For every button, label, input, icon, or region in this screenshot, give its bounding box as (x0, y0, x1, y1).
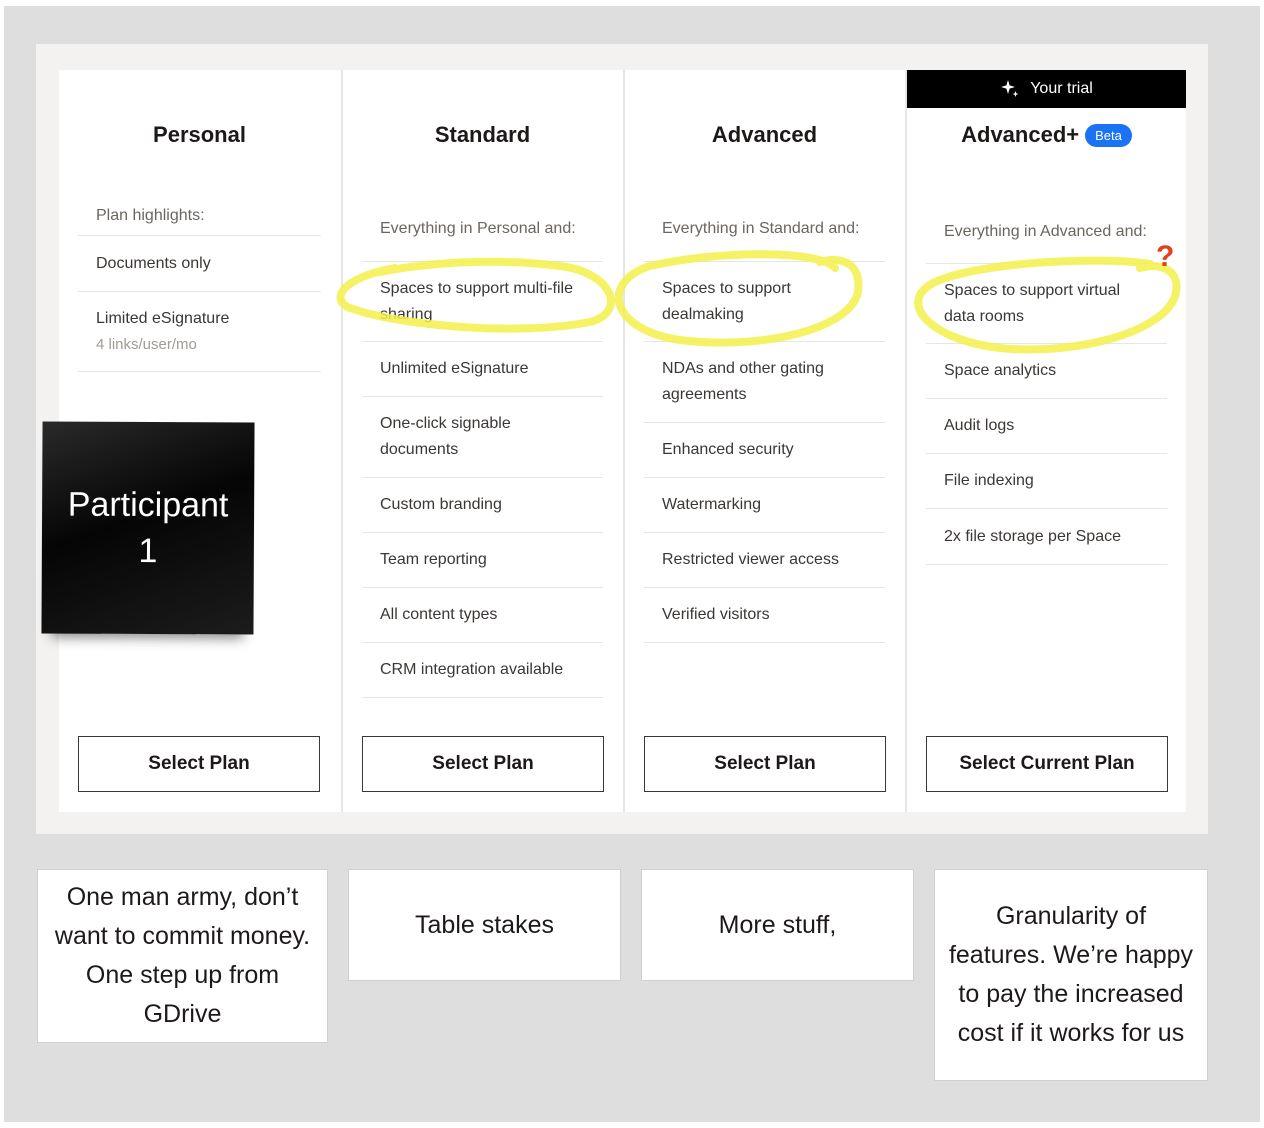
feature-item: Documents only (78, 236, 321, 292)
feature-item: Unlimited eSignature (362, 342, 603, 397)
feature-item: Watermarking (644, 478, 885, 533)
feature-item: All content types (362, 588, 603, 643)
feature-item: CRM integration available (362, 643, 603, 698)
trial-banner: Your trial (907, 70, 1186, 108)
plan-title: Advanced (711, 122, 818, 147)
plan-title: Advanced+ Beta (907, 122, 1186, 148)
feature-item: Restricted viewer access (644, 533, 885, 588)
plan-column-advanced: Advanced Everything in Standard and: Spa… (623, 70, 904, 812)
feature-item: File indexing (926, 454, 1167, 509)
comment-note-standard: Table stakes (348, 869, 621, 981)
note-text: Granularity of features. We’re happy to … (948, 902, 1194, 1047)
feature-heading: Plan highlights: (78, 196, 321, 236)
feature-item: Spaces to support multi-file sharing (362, 262, 603, 342)
comment-note-personal: One man army, don’t want to commit money… (37, 869, 328, 1043)
feature-item: Spaces to support virtual data rooms (926, 264, 1167, 344)
feature-item: Limited eSignature 4 links/user/mo (78, 292, 321, 372)
feature-item: Enhanced security (644, 423, 885, 478)
note-text: Table stakes (415, 910, 554, 939)
select-plan-button-advanced[interactable]: Select Plan (644, 736, 886, 792)
feature-item: Spaces to support dealmaking (644, 262, 885, 342)
plan-column-standard: Standard Everything in Personal and: Spa… (341, 70, 622, 812)
participant-sticky-note: Participant 1 (41, 421, 255, 635)
select-current-plan-button[interactable]: Select Current Plan (926, 736, 1168, 792)
question-mark-annotation: ? (1156, 240, 1175, 273)
feature-item-sublabel: 4 links/user/mo (96, 335, 197, 353)
feature-heading: Everything in Advanced and: (926, 200, 1167, 264)
feature-item: Custom branding (362, 478, 603, 533)
sparkle-icon (1001, 80, 1019, 97)
plan-title: Standard (434, 122, 531, 147)
feature-item: One-click signable documents (362, 397, 603, 478)
note-text: More stuff, (718, 910, 837, 939)
comment-note-advanced: More stuff, (641, 869, 914, 981)
beta-badge: Beta (1085, 124, 1132, 147)
note-text: One man army, don’t want to commit money… (54, 883, 311, 1028)
plan-title-label: Advanced+ (961, 122, 1080, 147)
plan-column-advanced-plus: Your trial Advanced+ Beta Everything in A… (905, 70, 1186, 812)
feature-item: 2x file storage per Space (926, 509, 1167, 565)
trial-banner-label: Your trial (1030, 80, 1093, 97)
sticky-note-text: Participant 1 (67, 485, 229, 571)
feature-list: Everything in Personal and: Spaces to su… (362, 196, 603, 698)
feature-item: Team reporting (362, 533, 603, 588)
feature-item: Space analytics (926, 344, 1167, 399)
feature-heading: Everything in Standard and: (644, 196, 885, 262)
plan-title: Personal (153, 122, 246, 147)
feature-item: Audit logs (926, 399, 1167, 454)
feature-item: Verified visitors (644, 588, 885, 643)
feature-heading: Everything in Personal and: (362, 196, 603, 262)
feature-list: Everything in Advanced and: Spaces to su… (926, 200, 1167, 565)
feature-item-label: Limited eSignature (96, 309, 230, 327)
feature-list: Everything in Standard and: Spaces to su… (644, 196, 885, 643)
select-plan-button-personal[interactable]: Select Plan (78, 736, 320, 792)
feature-item: NDAs and other gating agreements (644, 342, 885, 423)
select-plan-button-standard[interactable]: Select Plan (362, 736, 604, 792)
comment-note-advanced-plus: Granularity of features. We’re happy to … (934, 869, 1208, 1081)
feature-list: Plan highlights: Documents only Limited … (78, 196, 321, 372)
